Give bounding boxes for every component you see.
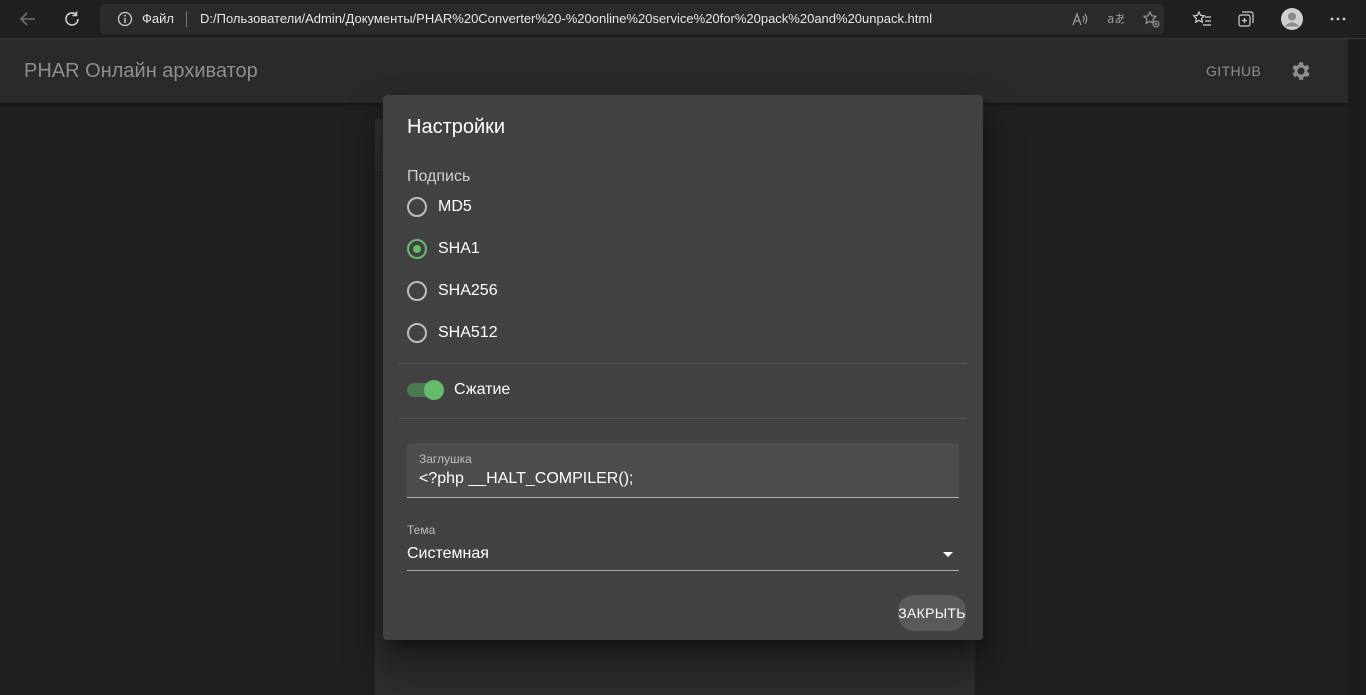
radio-button[interactable]	[407, 197, 427, 217]
radio-button-selected[interactable]	[407, 239, 427, 259]
browser-toolbar: Файл D:/Пользователи/Admin/Документы/PHA…	[0, 0, 1366, 39]
dropdown-arrow-icon[interactable]	[943, 552, 953, 557]
info-icon[interactable]	[117, 11, 133, 32]
collections-button[interactable]	[1232, 5, 1260, 33]
radio-label: MD5	[438, 198, 472, 215]
refresh-button[interactable]	[58, 5, 86, 33]
settings-dialog: Настройки Подпись MD5 SHA1 SHA256 SHA512…	[383, 95, 983, 640]
radio-label: SHA1	[438, 240, 480, 257]
stub-field[interactable]: Заглушка <?php __HALT_COMPILER();	[407, 443, 959, 498]
compression-label: Сжатие	[454, 381, 511, 398]
compression-toggle[interactable]: Сжатие	[407, 378, 510, 402]
collections-icon	[1238, 11, 1254, 27]
divider	[399, 418, 967, 419]
translate-icon[interactable]: aあ	[1104, 9, 1126, 29]
favorites-button[interactable]	[1188, 5, 1216, 33]
app-bar: PHAR Онлайн архиватор GITHUB	[0, 39, 1348, 103]
github-link[interactable]: GITHUB	[1206, 63, 1261, 79]
address-scheme: Файл	[142, 11, 174, 26]
switch-track[interactable]	[407, 380, 444, 400]
radio-sha256[interactable]: SHA256	[407, 279, 498, 303]
address-bar[interactable]: Файл D:/Пользователи/Admin/Документы/PHA…	[100, 4, 1164, 34]
stub-label: Заглушка	[419, 452, 472, 466]
profile-button[interactable]	[1278, 5, 1306, 33]
theme-label: Тема	[407, 523, 436, 537]
back-button[interactable]	[14, 5, 42, 33]
dialog-title: Настройки	[407, 116, 506, 138]
back-icon	[19, 12, 35, 26]
svg-text:aあ: aあ	[1107, 12, 1124, 26]
theme-value: Системная	[407, 545, 489, 562]
switch-thumb[interactable]	[424, 380, 444, 400]
refresh-icon	[65, 11, 79, 26]
theme-select[interactable]: Системная	[407, 543, 959, 571]
radio-label: SHA256	[438, 282, 498, 299]
signature-label: Подпись	[407, 168, 471, 185]
more-button[interactable]	[1324, 5, 1352, 33]
address-url[interactable]: D:/Пользователи/Admin/Документы/PHAR%20C…	[200, 11, 932, 26]
favorites-icon	[1192, 10, 1211, 26]
gear-icon	[1292, 62, 1310, 80]
close-button[interactable]: ЗАКРЫТЬ	[898, 595, 966, 631]
radio-label: SHA512	[438, 324, 498, 341]
settings-button[interactable]	[1289, 59, 1313, 83]
read-aloud-icon[interactable]	[1069, 9, 1091, 29]
divider	[399, 363, 967, 364]
profile-icon	[1281, 8, 1303, 30]
radio-sha512[interactable]: SHA512	[407, 321, 498, 345]
radio-button[interactable]	[407, 281, 427, 301]
stub-input[interactable]: <?php __HALT_COMPILER();	[419, 470, 633, 488]
radio-button[interactable]	[407, 323, 427, 343]
add-favorite-icon[interactable]	[1140, 9, 1162, 29]
radio-md5[interactable]: MD5	[407, 195, 472, 219]
app-title: PHAR Онлайн архиватор	[24, 60, 258, 82]
address-separator	[186, 11, 187, 27]
page-scrollbar[interactable]	[1348, 39, 1366, 695]
more-icon	[1330, 17, 1346, 21]
radio-sha1[interactable]: SHA1	[407, 237, 480, 261]
